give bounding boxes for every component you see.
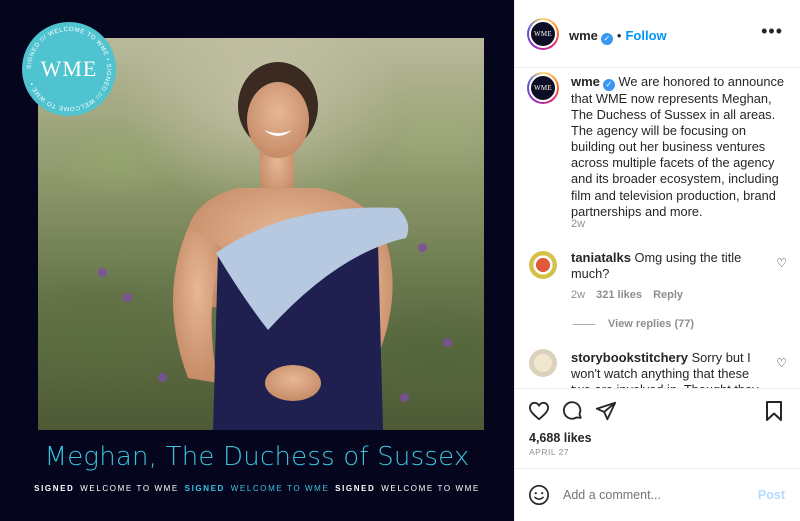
flower	[443, 338, 452, 347]
avatar-logo: WME	[529, 20, 557, 48]
strip-welcome: WELCOME TO WME	[80, 484, 179, 493]
header-username[interactable]: wme	[569, 28, 598, 43]
comments-list[interactable]: WME wme ✓ We are honored to announce that…	[515, 68, 800, 388]
post-side-panel: WME wme ✓ • Follow ••• WME wme ✓ We are hono…	[514, 0, 800, 521]
caption-username[interactable]: wme	[571, 74, 600, 89]
comment-heart-icon[interactable]: ♡	[776, 356, 787, 370]
comment-username[interactable]: storybookstitchery	[571, 350, 688, 365]
media-strip: SIGNED WELCOME TO WME SIGNED WELCOME TO …	[0, 484, 514, 493]
post-button[interactable]: Post	[758, 488, 785, 502]
comment-meta: 2w 321 likes Reply	[571, 289, 683, 301]
wme-signed-badge: SIGNED /// WELCOME TO WME • SIGNED /// W…	[22, 22, 116, 116]
strip-signed: SIGNED	[34, 484, 75, 493]
strip-signed: SIGNED	[335, 484, 376, 493]
header-user-row: wme ✓ • Follow	[569, 27, 667, 45]
comment-icon[interactable]	[562, 400, 584, 422]
post-media[interactable]: SIGNED /// WELCOME TO WME • SIGNED /// W…	[0, 0, 514, 521]
more-horizontal-icon[interactable]: •••	[761, 22, 783, 40]
reply-button[interactable]: Reply	[653, 289, 683, 301]
caption-time: 2w	[571, 218, 586, 230]
comment: taniatalks Omg using the title much?	[571, 250, 771, 282]
post-date: APRIL 27	[529, 447, 570, 457]
add-comment-bar: Post	[515, 468, 800, 521]
strip-welcome: WELCOME TO WME	[381, 484, 480, 493]
strip-welcome: WELCOME TO WME	[230, 484, 330, 493]
comment-avatar[interactable]	[529, 349, 557, 377]
post-actions: 4,688 likes APRIL 27	[515, 388, 800, 468]
emoji-icon[interactable]	[528, 484, 550, 506]
verified-icon: ✓	[600, 33, 613, 45]
flower	[158, 373, 167, 382]
strip-signed: SIGNED	[184, 484, 225, 493]
header-separator: •	[616, 28, 622, 43]
flower	[418, 243, 427, 252]
view-replies-button[interactable]: View replies (77)	[608, 318, 694, 330]
heart-icon[interactable]	[528, 401, 550, 421]
comment: storybookstitchery Sorry but I won't wat…	[571, 350, 771, 388]
bookmark-icon[interactable]	[765, 400, 783, 422]
media-title: Meghan, The Duchess of Sussex	[44, 442, 470, 472]
caption: wme ✓ We are honored to announce that WME…	[571, 74, 791, 220]
comment-heart-icon[interactable]: ♡	[776, 256, 787, 270]
wme-logo: WME	[40, 56, 98, 81]
comment-time: 2w	[571, 289, 586, 301]
avatar-logo: WME	[529, 74, 557, 102]
caption-avatar[interactable]: WME	[527, 72, 559, 104]
add-comment-input[interactable]	[563, 488, 743, 502]
replies-divider	[573, 324, 595, 325]
verified-icon: ✓	[602, 79, 615, 91]
share-icon[interactable]	[595, 400, 617, 422]
post-header: WME wme ✓ • Follow •••	[515, 0, 800, 68]
caption-text: We are honored to announce that WME now …	[571, 74, 785, 219]
comment-avatar[interactable]	[529, 251, 557, 279]
likes-count[interactable]: 4,688 likes	[529, 431, 592, 445]
flower	[123, 293, 132, 302]
comment-likes[interactable]: 321 likes	[596, 289, 642, 301]
follow-button[interactable]: Follow	[625, 28, 666, 43]
flower	[98, 268, 107, 277]
flower	[400, 393, 409, 402]
comment-username[interactable]: taniatalks	[571, 250, 631, 265]
avatar[interactable]: WME	[527, 18, 559, 50]
